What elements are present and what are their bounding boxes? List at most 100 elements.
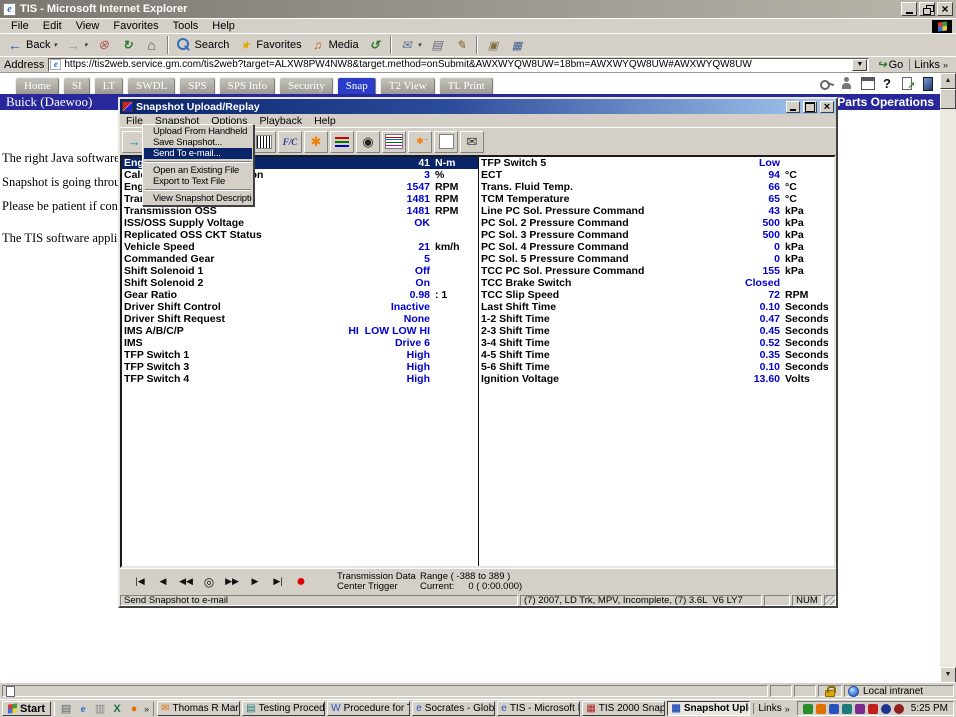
table-row[interactable]: 1-2 Shift Time 0.47 Seconds (479, 313, 828, 325)
tab-tl-print[interactable]: TL Print (439, 77, 494, 94)
address-input[interactable]: e https://tis2web.service.gm.com/tis2web… (48, 58, 869, 72)
menu-separator[interactable] (145, 189, 251, 191)
replay-snapshot-button[interactable] (408, 131, 432, 153)
minimize-button[interactable] (786, 101, 800, 113)
menu-playback[interactable]: Playback (253, 115, 308, 127)
tab-snap[interactable]: Snap (337, 77, 377, 94)
table-row[interactable]: Last Shift Time 0.10 Seconds (479, 301, 828, 313)
tab-home[interactable]: Home (15, 77, 60, 94)
table-row[interactable]: PC Sol. 4 Pressure Command 0 kPa (479, 241, 828, 253)
vertical-scrollbar[interactable]: ▲ ▼ (940, 73, 956, 683)
table-row[interactable]: TCC Brake Switch Closed (479, 277, 828, 289)
minimize-button[interactable] (901, 2, 917, 16)
tray-icon-7[interactable] (881, 704, 891, 714)
table-row[interactable]: Shift Solenoid 1 Off (122, 265, 478, 277)
favorites-button[interactable]: Favorites (233, 35, 305, 55)
table-row[interactable]: TCC PC Sol. Pressure Command 155 kPa (479, 265, 828, 277)
tab-sps[interactable]: SPS (179, 77, 215, 94)
table-row[interactable]: Transmission OSS 1481 RPM (122, 205, 478, 217)
table-row[interactable]: Replicated OSS CKT Status (122, 229, 478, 241)
table-row[interactable]: ECT 94 °C (479, 169, 828, 181)
tray-icon-8[interactable] (894, 704, 904, 714)
table-row[interactable]: IMS Drive 6 (122, 337, 478, 349)
table-row[interactable]: PC Sol. 5 Pressure Command 0 kPa (479, 253, 828, 265)
gauge-view-button[interactable] (356, 131, 380, 153)
print-button[interactable] (425, 35, 449, 55)
go-button[interactable]: Go (873, 58, 907, 71)
menu-item-export-text-file[interactable]: Export to Text File (144, 176, 252, 187)
calendar-icon[interactable] (860, 76, 874, 90)
table-row[interactable]: TFP Switch 5 Low (479, 157, 828, 169)
task-snapshot-upload-replay[interactable]: ▦ Snapshot Upload/Re... (667, 701, 750, 716)
maximize-button[interactable] (803, 101, 817, 113)
table-row[interactable]: Driver Shift Request None (122, 313, 478, 325)
menu-item-upload-from-handheld[interactable]: Upload From Handheld (144, 126, 252, 137)
blank-view-button[interactable] (434, 131, 458, 153)
menu-help[interactable]: Help (308, 115, 342, 127)
table-row[interactable]: 4-5 Shift Time 0.35 Seconds (479, 349, 828, 361)
toolbar-separator[interactable] (167, 36, 169, 54)
quick-launch-outlook[interactable]: ▥ (93, 702, 107, 716)
tray-icon-6[interactable] (868, 704, 878, 714)
table-row[interactable]: TFP Switch 3 High (122, 361, 478, 373)
scroll-up-button[interactable]: ▲ (940, 73, 956, 89)
back-button[interactable]: Back (3, 35, 61, 55)
graph-lines-button[interactable] (330, 131, 354, 153)
table-row[interactable]: PC Sol. 3 Pressure Command 500 kPa (479, 229, 828, 241)
menu-view[interactable]: View (69, 20, 107, 32)
menu-tools[interactable]: Tools (166, 20, 206, 32)
taskbar-links[interactable]: Links » (753, 703, 793, 714)
links-toolbar[interactable]: Links» (909, 59, 952, 71)
tab-lt[interactable]: LT (94, 77, 124, 94)
history-button[interactable] (363, 35, 387, 55)
table-row[interactable]: TCC Slip Speed 72 RPM (479, 289, 828, 301)
chevron-icon[interactable]: » (144, 704, 149, 714)
help-icon[interactable] (880, 76, 894, 90)
task-outlook-inbox[interactable]: ✉ Thomas R Martin - Inbox... (157, 701, 240, 716)
menu-item-view-snapshot-description[interactable]: View Snapshot Description... (144, 193, 252, 204)
table-row[interactable]: TFP Switch 1 High (122, 349, 478, 361)
table-row[interactable]: Ignition Voltage 13.60 Volts (479, 373, 828, 385)
task-ie-socrates[interactable]: e Socrates - Global - Micro... (412, 701, 495, 716)
home-button[interactable] (140, 35, 164, 55)
tab-t2-view[interactable]: T2 View (380, 77, 436, 94)
table-row[interactable]: TFP Switch 4 High (122, 373, 478, 385)
messenger-button[interactable] (505, 35, 529, 55)
table-row[interactable]: TCM Temperature 65 °C (479, 193, 828, 205)
table-row[interactable]: Line PC Sol. Pressure Command 43 kPa (479, 205, 828, 217)
rewind-button[interactable] (176, 573, 196, 591)
menu-item-send-to-email[interactable]: Send To e-mail... (144, 148, 252, 159)
tab-security[interactable]: Security (279, 77, 334, 94)
media-button[interactable]: Media (306, 35, 363, 55)
refresh-button[interactable] (116, 35, 140, 55)
menu-item-open-existing-file[interactable]: Open an Existing File (144, 165, 252, 176)
snapshot-flash-button[interactable] (304, 131, 328, 153)
tray-icon-3[interactable] (829, 704, 839, 714)
menu-edit[interactable]: Edit (36, 20, 69, 32)
quick-launch-show-desktop[interactable]: ▤ (59, 702, 73, 716)
close-button[interactable] (820, 101, 834, 113)
user-icon[interactable] (840, 76, 854, 90)
restore-button[interactable] (919, 2, 935, 16)
step-forward-button[interactable] (245, 573, 265, 591)
record-button[interactable] (291, 573, 311, 591)
stop-button[interactable] (92, 35, 116, 55)
table-row[interactable]: PC Sol. 2 Pressure Command 500 kPa (479, 217, 828, 229)
edit-button[interactable] (449, 35, 473, 55)
tray-icon-4[interactable] (842, 704, 852, 714)
step-back-button[interactable] (153, 573, 173, 591)
menu-separator[interactable] (145, 161, 251, 163)
chevron-icon[interactable]: » (943, 60, 948, 70)
go-to-start-button[interactable] (130, 573, 150, 591)
quick-launch-lotus-notes[interactable]: ● (127, 702, 141, 716)
table-row[interactable]: ISS/OSS Supply Voltage OK (122, 217, 478, 229)
toolbar-separator[interactable] (390, 36, 392, 54)
resize-grip[interactable] (824, 595, 836, 606)
table-row[interactable]: 2-3 Shift Time 0.45 Seconds (479, 325, 828, 337)
table-row[interactable]: IMS A/B/C/P HI LOW LOW HI (122, 325, 478, 337)
task-testing-procedures[interactable]: ▤ Testing Procedures (242, 701, 325, 716)
dropdown-caret-icon[interactable] (84, 41, 88, 49)
start-button[interactable]: Start (2, 701, 51, 716)
chevron-icon[interactable]: » (785, 704, 790, 714)
table-row[interactable]: 5-6 Shift Time 0.10 Seconds (479, 361, 828, 373)
